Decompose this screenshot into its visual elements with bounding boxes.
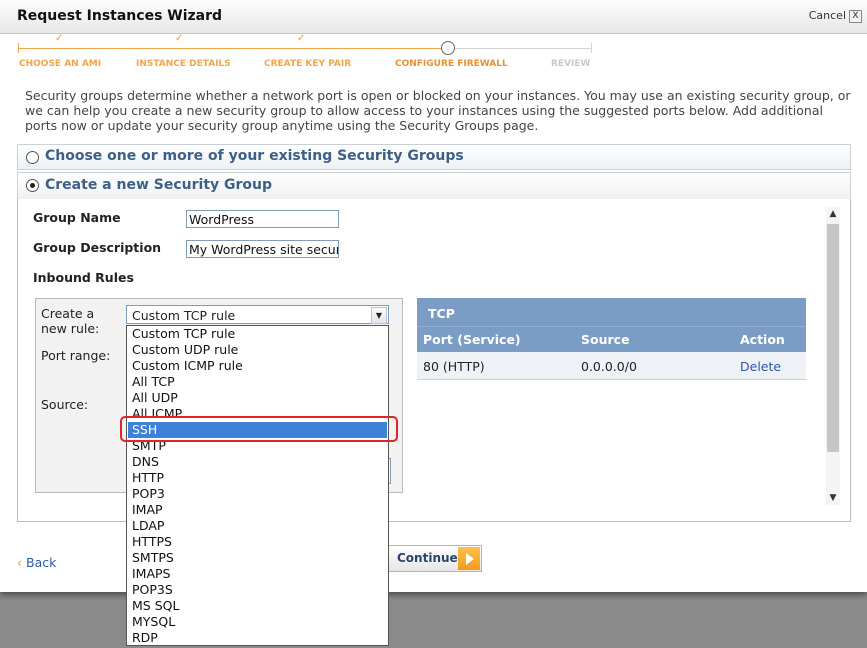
rule-type-select[interactable]: Custom TCP rule ▼ bbox=[126, 305, 389, 324]
step-review: REVIEW bbox=[551, 59, 591, 69]
dropdown-option[interactable]: SMTPS bbox=[128, 550, 387, 566]
table-column-header: Port (Service) Source Action bbox=[417, 326, 806, 353]
continue-label: Continue bbox=[397, 551, 458, 565]
group-description-label: Group Description bbox=[33, 240, 162, 255]
dropdown-option[interactable]: HTTP bbox=[128, 470, 387, 486]
dropdown-option[interactable]: MS SQL bbox=[128, 598, 387, 614]
progress-line-pending bbox=[453, 48, 592, 49]
scroll-up-icon[interactable]: ▲ bbox=[826, 207, 840, 221]
create-group-radio[interactable] bbox=[26, 179, 39, 192]
back-chevron-icon: ‹ bbox=[17, 555, 22, 570]
current-step-marker bbox=[441, 41, 455, 55]
dropdown-option[interactable]: MYSQL bbox=[128, 614, 387, 630]
dropdown-option[interactable]: IMAP bbox=[128, 502, 387, 518]
dropdown-option[interactable]: HTTPS bbox=[128, 534, 387, 550]
panel-scrollbar[interactable]: ▲ ▼ bbox=[826, 207, 840, 505]
group-description-input[interactable]: My WordPress site secur bbox=[186, 240, 339, 258]
existing-groups-label: Choose one or more of your existing Secu… bbox=[45, 148, 464, 164]
row-port: 80 (HTTP) bbox=[423, 359, 485, 374]
delete-rule-link[interactable]: Delete bbox=[740, 359, 781, 374]
create-rule-label: Create a new rule: bbox=[41, 306, 100, 336]
dropdown-option[interactable]: POP3 bbox=[128, 486, 387, 502]
row-source: 0.0.0.0/0 bbox=[581, 359, 637, 374]
continue-button[interactable]: Continue bbox=[386, 545, 482, 572]
step-configure-firewall: CONFIGURE FIREWALL bbox=[395, 59, 508, 69]
column-action: Action bbox=[740, 332, 785, 347]
cancel-label: Cancel bbox=[808, 9, 846, 22]
ssh-highlight-annotation bbox=[120, 416, 398, 442]
protocol-label: TCP bbox=[428, 306, 455, 321]
step-instance-details: INSTANCE DETAILS bbox=[136, 59, 231, 69]
scroll-down-icon[interactable]: ▼ bbox=[826, 491, 840, 505]
back-label: Back bbox=[26, 555, 57, 570]
dropdown-option[interactable]: All UDP bbox=[128, 390, 387, 406]
scrollbar-thumb[interactable] bbox=[827, 224, 839, 452]
create-group-label: Create a new Security Group bbox=[45, 177, 273, 193]
intro-text: Security groups determine whether a netw… bbox=[25, 88, 851, 133]
group-name-input[interactable]: WordPress bbox=[186, 210, 339, 228]
source-label: Source: bbox=[41, 397, 89, 412]
dropdown-option[interactable]: Custom ICMP rule bbox=[128, 358, 387, 374]
close-icon[interactable]: X bbox=[849, 9, 862, 23]
step-choose-ami: CHOOSE AN AMI bbox=[19, 59, 102, 69]
column-source: Source bbox=[581, 332, 630, 347]
dropdown-option[interactable]: Custom UDP rule bbox=[128, 342, 387, 358]
existing-groups-option[interactable]: Choose one or more of your existing Secu… bbox=[17, 144, 851, 170]
dialog-title: Request Instances Wizard bbox=[17, 8, 223, 24]
rule-type-dropdown: Custom TCP rule Custom UDP rule Custom I… bbox=[126, 325, 389, 646]
step-check-icon: ✓ bbox=[175, 33, 184, 44]
progress-end-cap bbox=[591, 43, 592, 53]
inbound-rules-label: Inbound Rules bbox=[33, 270, 134, 285]
existing-groups-radio[interactable] bbox=[26, 151, 39, 164]
title-bar: Request Instances Wizard Cancel X bbox=[0, 0, 867, 34]
progress-start-cap bbox=[18, 43, 19, 53]
step-create-key-pair: CREATE KEY PAIR bbox=[264, 59, 352, 69]
dropdown-option[interactable]: IMAPS bbox=[128, 566, 387, 582]
dropdown-option[interactable]: LDAP bbox=[128, 518, 387, 534]
column-port: Port (Service) bbox=[423, 332, 521, 347]
wizard-progress: ✓ ✓ ✓ CHOOSE AN AMI INSTANCE DETAILS CRE… bbox=[0, 33, 867, 72]
play-arrow-icon bbox=[458, 547, 480, 570]
dropdown-option[interactable]: All TCP bbox=[128, 374, 387, 390]
dropdown-option[interactable]: Custom TCP rule bbox=[128, 326, 387, 342]
cancel-button[interactable]: Cancel X bbox=[809, 9, 862, 23]
table-protocol-header: TCP bbox=[417, 298, 806, 326]
dropdown-option[interactable]: RDP bbox=[128, 630, 387, 646]
group-name-label: Group Name bbox=[33, 210, 121, 225]
chevron-down-icon[interactable]: ▼ bbox=[371, 307, 387, 324]
step-check-icon: ✓ bbox=[297, 33, 306, 44]
create-group-option[interactable]: Create a new Security Group bbox=[17, 172, 851, 200]
back-button[interactable]: ‹ Back bbox=[17, 555, 56, 570]
port-range-label: Port range: bbox=[41, 348, 111, 363]
progress-line-done bbox=[18, 48, 441, 49]
dropdown-option[interactable]: DNS bbox=[128, 454, 387, 470]
dropdown-option[interactable]: POP3S bbox=[128, 582, 387, 598]
rules-table: TCP Port (Service) Source Action 80 (HTT… bbox=[417, 298, 806, 380]
step-check-icon: ✓ bbox=[55, 33, 64, 44]
rule-type-value: Custom TCP rule bbox=[132, 308, 236, 323]
table-row: 80 (HTTP) 0.0.0.0/0 Delete bbox=[417, 352, 806, 380]
